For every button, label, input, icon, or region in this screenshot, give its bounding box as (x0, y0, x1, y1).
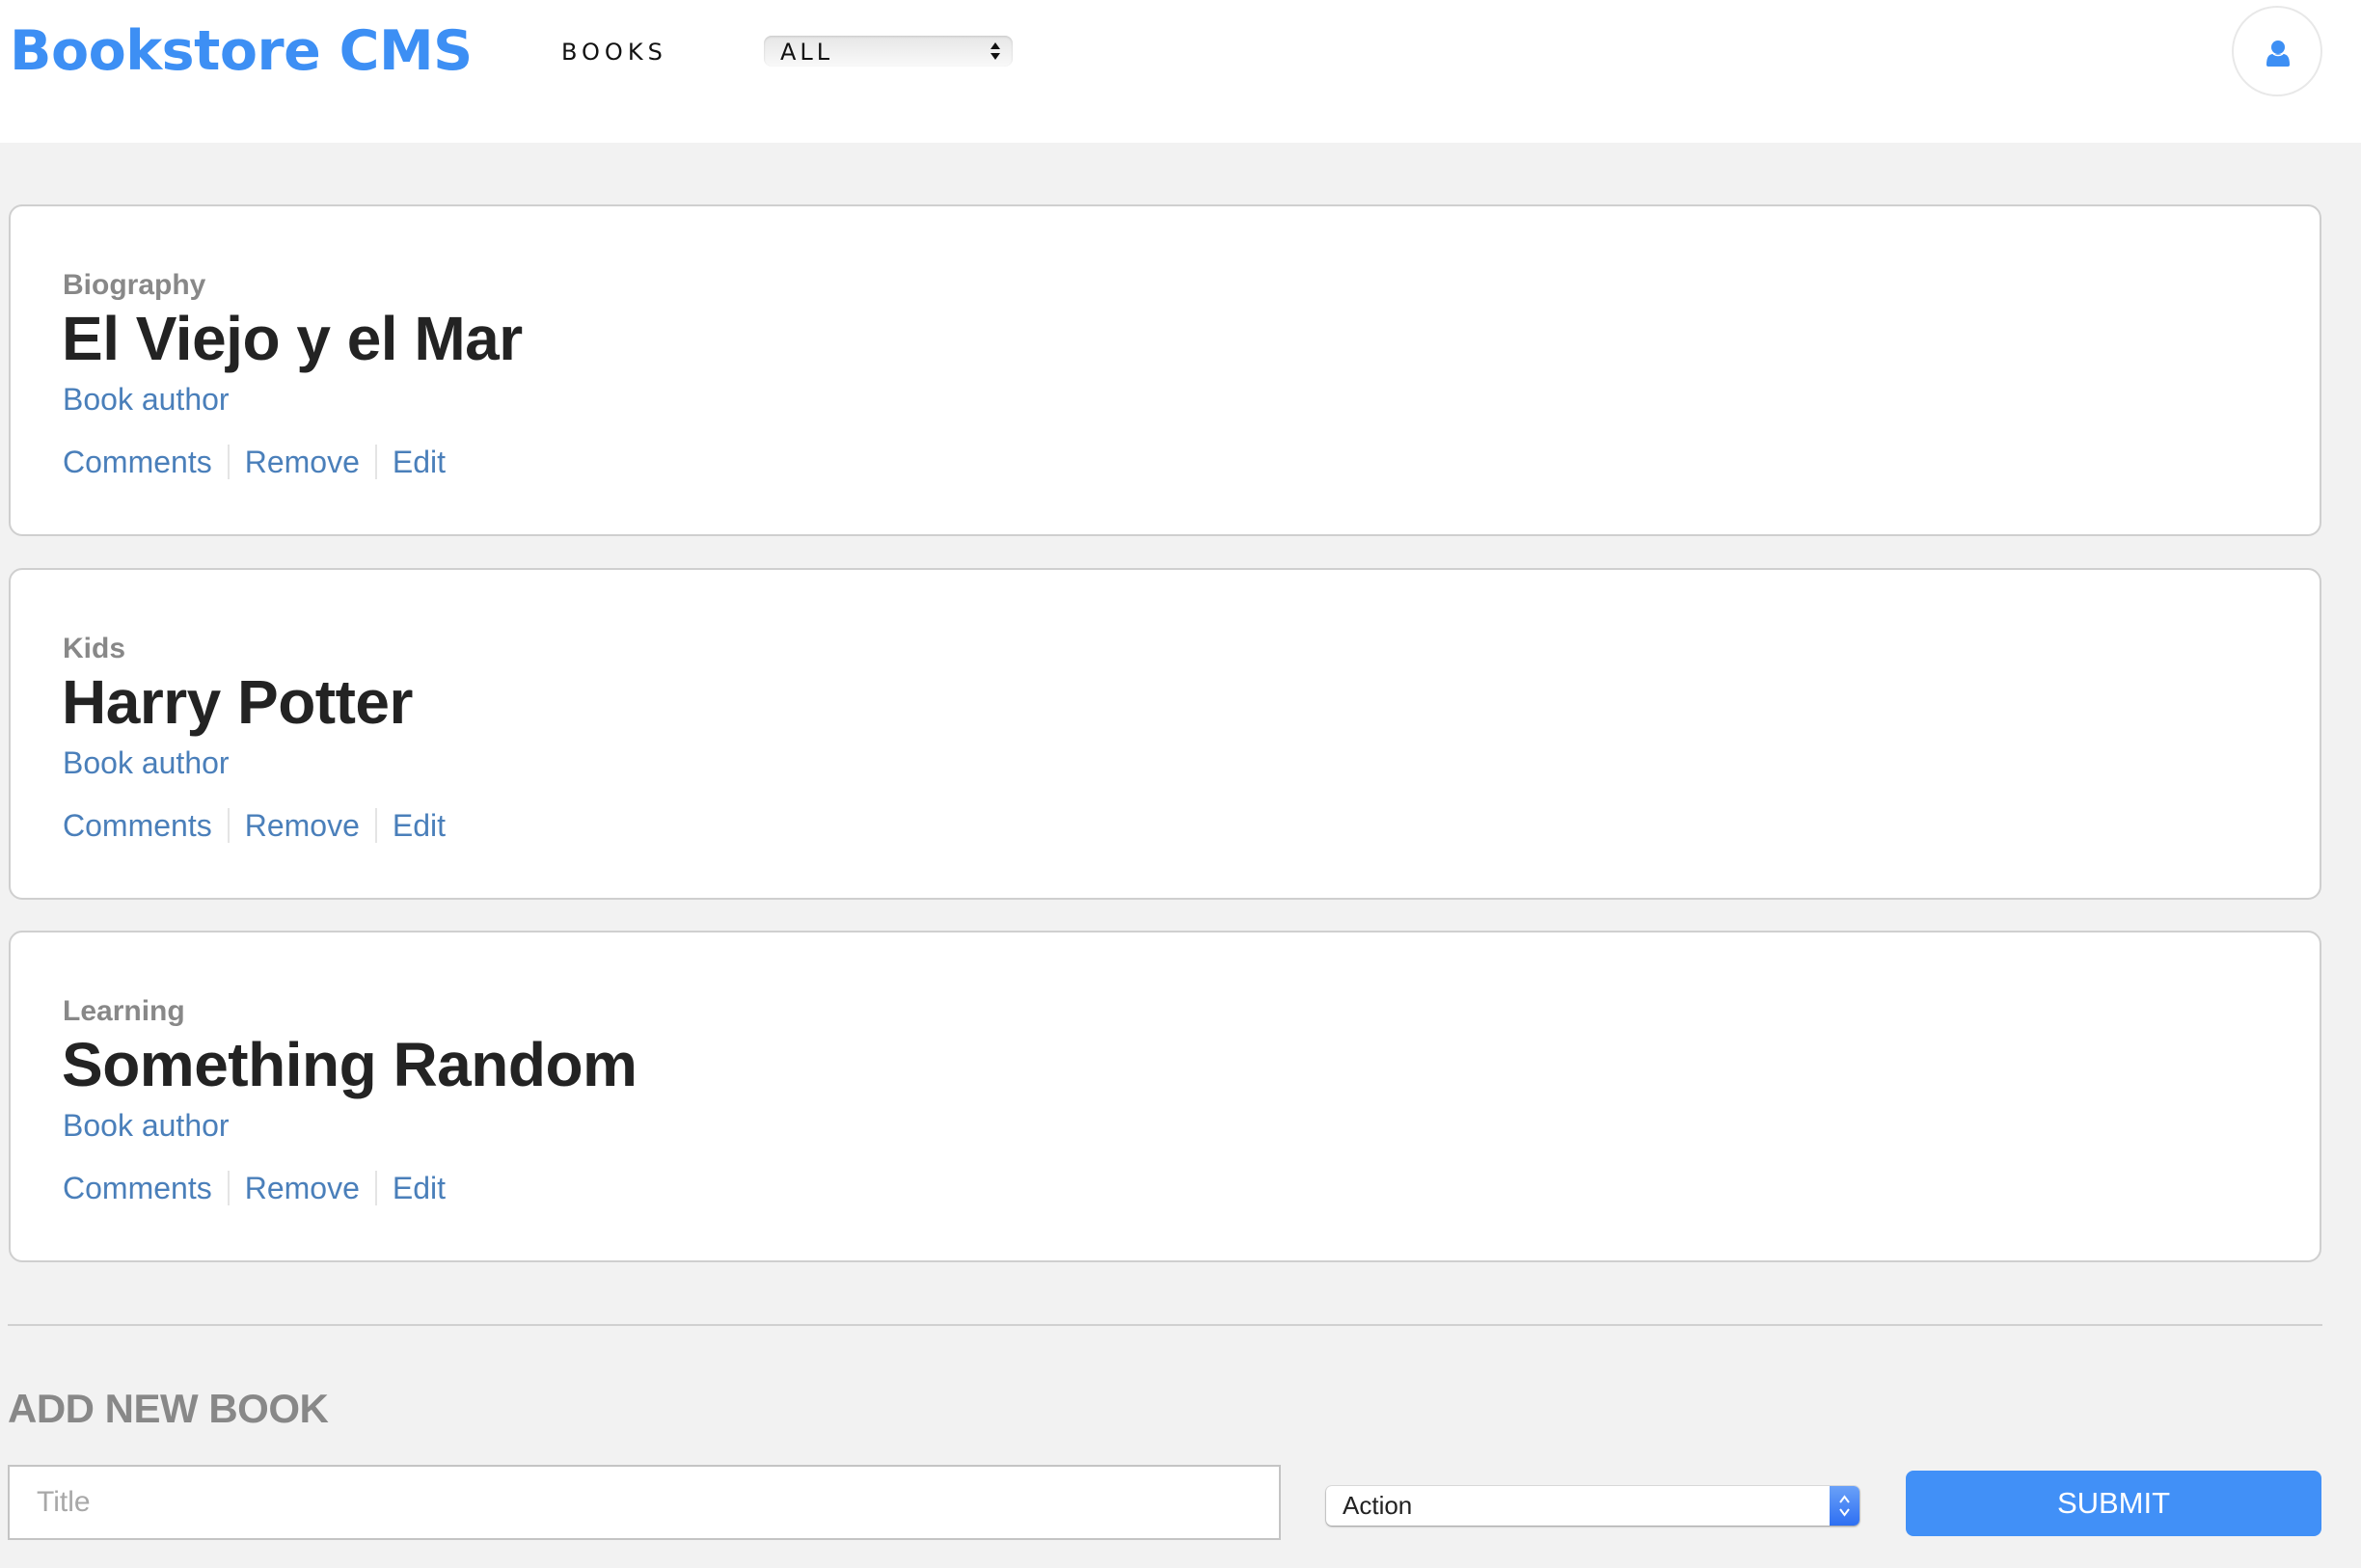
category-filter-select[interactable]: ALL (764, 36, 1013, 67)
book-card: Biography El Viejo y el Mar Book author … (9, 204, 2321, 536)
comments-button[interactable]: Comments (63, 443, 212, 481)
app-logo[interactable]: Bookstore CMS (10, 17, 473, 85)
book-title: Something Random (62, 1030, 638, 1099)
select-arrows-icon (991, 42, 1000, 60)
book-author[interactable]: Book author (63, 1106, 230, 1145)
book-category: Learning (63, 995, 185, 1027)
comments-button[interactable]: Comments (63, 806, 212, 845)
category-select-value: Action (1343, 1491, 1413, 1520)
user-profile-button[interactable] (2232, 6, 2322, 96)
top-navbar: Bookstore CMS BOOKS ALL (0, 0, 2361, 143)
edit-button[interactable]: Edit (393, 443, 446, 481)
book-title: El Viejo y el Mar (62, 304, 523, 373)
title-input[interactable] (8, 1465, 1281, 1540)
book-actions: Comments Remove Edit (63, 806, 446, 845)
book-category: Biography (63, 269, 206, 301)
book-author[interactable]: Book author (63, 743, 230, 782)
section-divider (8, 1324, 2322, 1326)
action-divider (374, 445, 377, 479)
action-divider (374, 1171, 377, 1205)
remove-button[interactable]: Remove (245, 1169, 360, 1207)
select-stepper (1830, 1486, 1859, 1526)
book-card: Learning Something Random Book author Co… (9, 931, 2321, 1262)
book-card: Kids Harry Potter Book author Comments R… (9, 568, 2321, 900)
comments-button[interactable]: Comments (63, 1169, 212, 1207)
remove-button[interactable]: Remove (245, 443, 360, 481)
edit-button[interactable]: Edit (393, 806, 446, 845)
edit-button[interactable]: Edit (393, 1169, 446, 1207)
action-divider (227, 445, 230, 479)
action-divider (374, 808, 377, 843)
action-divider (227, 808, 230, 843)
book-category: Kids (63, 633, 126, 664)
user-icon (2266, 41, 2290, 67)
book-title: Harry Potter (62, 667, 413, 737)
submit-button[interactable]: SUBMIT (1906, 1471, 2321, 1536)
action-divider (227, 1171, 230, 1205)
category-select[interactable]: Action (1326, 1486, 1859, 1526)
chevron-up-down-icon (1839, 1495, 1850, 1517)
remove-button[interactable]: Remove (245, 806, 360, 845)
category-filter-value: ALL (780, 39, 834, 66)
book-actions: Comments Remove Edit (63, 1169, 446, 1207)
book-author[interactable]: Book author (63, 380, 230, 419)
add-book-heading: ADD NEW BOOK (8, 1386, 329, 1431)
nav-books-link[interactable]: BOOKS (561, 37, 667, 68)
book-actions: Comments Remove Edit (63, 443, 446, 481)
